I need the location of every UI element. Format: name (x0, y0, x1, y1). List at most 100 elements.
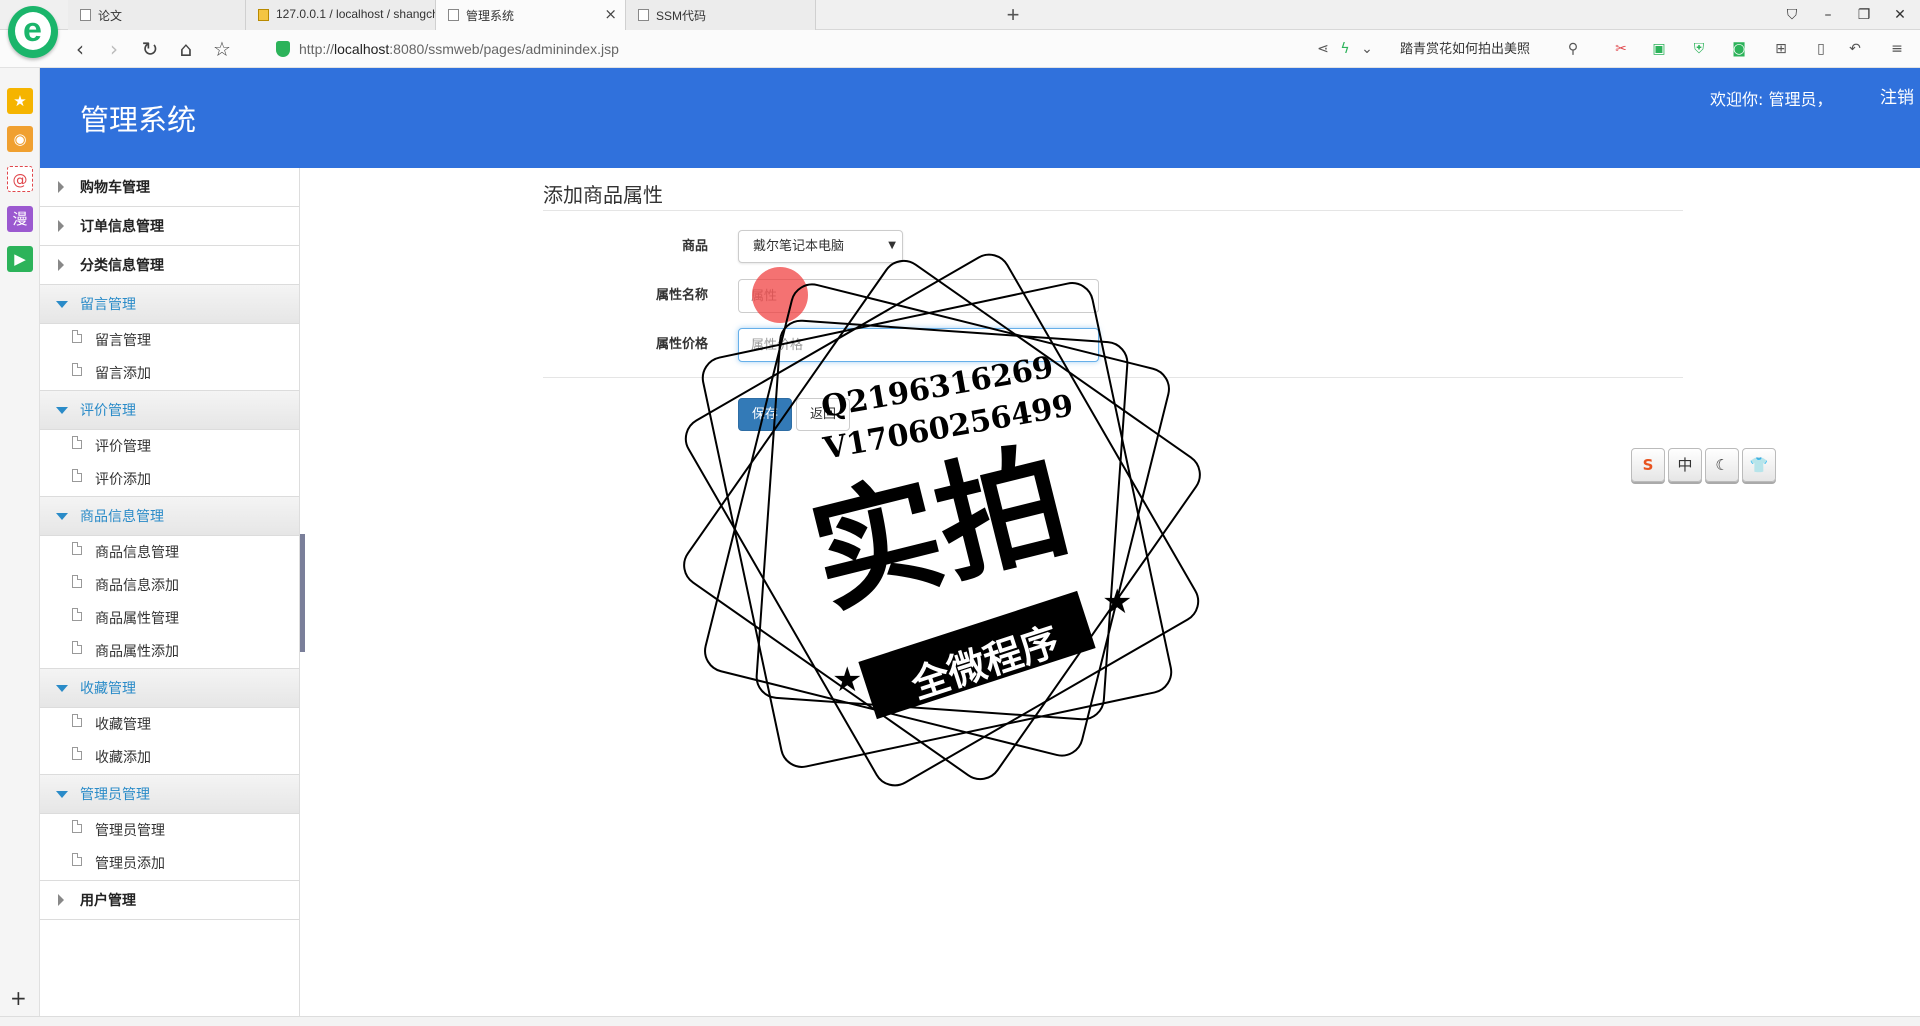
tab-label: 127.0.0.1 / localhost / shangch (276, 7, 436, 21)
minimize-button[interactable]: – (1816, 4, 1840, 26)
undo-icon[interactable]: ↶ (1846, 40, 1864, 58)
sidebar-item-product-add[interactable]: 商品信息添加 (40, 569, 299, 602)
sidebar-item-label: 留言管理 (95, 333, 151, 349)
shirt-icon[interactable]: 👕 (1742, 448, 1776, 482)
sidebar-group-users[interactable]: 用户管理 (40, 881, 299, 920)
sidebar-group-messages[interactable]: 留言管理 (40, 285, 299, 324)
caret-right-icon (58, 259, 64, 271)
add-icon[interactable]: + (10, 988, 27, 1008)
sidebar-group-products[interactable]: 商品信息管理 (40, 497, 299, 536)
favorites-star-icon[interactable]: ★ (7, 88, 33, 114)
caret-down-icon (56, 301, 68, 308)
sidebar-group-categories[interactable]: 分类信息管理 (40, 246, 299, 285)
sidebar-item-product-manage[interactable]: 商品信息管理 (40, 536, 299, 569)
caret-right-icon (58, 181, 64, 193)
video-icon[interactable]: ▶ (7, 246, 33, 272)
menu-icon[interactable]: ≡ (1888, 40, 1906, 58)
url-host: localhost (334, 41, 390, 57)
sidebar-group-label: 评价管理 (80, 403, 136, 419)
tab-label: 论文 (98, 9, 123, 23)
tab-phpmyadmin[interactable]: 127.0.0.1 / localhost / shangch (246, 0, 436, 30)
sidebar-item-message-manage[interactable]: 留言管理 (40, 324, 299, 357)
address-bar[interactable]: http://localhost:8080/ssmweb/pages/admin… (299, 41, 619, 57)
translate-icon[interactable]: ▣ (1650, 40, 1668, 58)
restore-button[interactable]: ❐ (1852, 4, 1876, 26)
sidebar-item-review-manage[interactable]: 评价管理 (40, 430, 299, 463)
shirt-skin-icon[interactable]: ⛉ (1780, 4, 1804, 26)
app-header: 管理系统 欢迎你: 管理员， 注销 (40, 68, 1920, 168)
sidebar-group-orders[interactable]: 订单信息管理 (40, 207, 299, 246)
sidebar-item-attr-manage[interactable]: 商品属性管理 (40, 602, 299, 635)
email-icon[interactable]: @ (7, 166, 33, 192)
weibo-icon[interactable]: ◉ (7, 126, 33, 152)
star-icon[interactable]: ☆ (210, 37, 234, 61)
sidebar-item-admin-manage[interactable]: 管理员管理 (40, 814, 299, 847)
search-icon[interactable]: ⚲ (1564, 40, 1582, 58)
browser-logo-inner: e (15, 12, 51, 50)
reader-icon[interactable]: ▯ (1812, 40, 1830, 58)
tab-admin-system[interactable]: 管理系统 × (436, 0, 626, 31)
tab-label: 管理系统 (466, 9, 515, 23)
shield-icon[interactable]: ⛨ (1690, 40, 1708, 58)
caret-down-icon (56, 685, 68, 692)
sidebar-sub-list: 商品信息管理 商品信息添加 商品属性管理 商品属性添加 (40, 536, 299, 669)
caret-down-icon (56, 513, 68, 520)
ime-chinese-mode-button[interactable]: 中 (1668, 448, 1702, 482)
moon-icon[interactable]: ☾ (1705, 448, 1739, 482)
lightning-icon[interactable]: ϟ (1336, 40, 1354, 58)
phpmyadmin-icon (258, 9, 269, 21)
sidebar-item-label: 商品属性添加 (95, 644, 179, 660)
search-input[interactable]: 踏青赏花如何拍出美照 (1400, 41, 1530, 57)
sidebar-item-message-add[interactable]: 留言添加 (40, 357, 299, 390)
chevron-down-icon[interactable]: ⌄ (1358, 40, 1376, 58)
forward-icon[interactable]: › (102, 37, 126, 61)
apps-icon[interactable]: ⊞ (1772, 40, 1790, 58)
sidebar-group-label: 分类信息管理 (80, 258, 164, 274)
back-button[interactable]: 返回 (796, 398, 850, 431)
sidebar-item-label: 留言添加 (95, 366, 151, 382)
main-content: 添加商品属性 商品 戴尔笔记本电脑 ▼ 属性名称 属性价格 保存 返回 S 中 … (305, 168, 1920, 1016)
sidebar-group-label: 用户管理 (80, 893, 136, 909)
url-path: :8080/ssmweb/pages/adminindex.jsp (389, 41, 619, 57)
welcome-text: 欢迎你: 管理员， (1710, 90, 1833, 109)
dropdown-arrow-icon: ▼ (888, 240, 896, 251)
tab-ssm-code[interactable]: SSM代码 (626, 0, 816, 30)
product-select[interactable]: 戴尔笔记本电脑 ▼ (738, 230, 903, 263)
tab-paper[interactable]: 论文 (68, 0, 246, 30)
save-button[interactable]: 保存 (738, 398, 792, 431)
close-window-button[interactable]: ✕ (1888, 4, 1912, 26)
home-icon[interactable]: ⌂ (174, 37, 198, 61)
page-icon (80, 9, 91, 21)
divider (543, 210, 1683, 211)
browser-logo[interactable]: e (8, 6, 58, 58)
sidebar-item-favorite-add[interactable]: 收藏添加 (40, 741, 299, 774)
sidebar-item-label: 商品信息管理 (95, 545, 179, 561)
sidebar-group-cart[interactable]: 购物车管理 (40, 168, 299, 207)
file-icon (72, 469, 82, 482)
attr-price-label: 属性价格 (655, 337, 708, 352)
scissors-icon[interactable]: ✂ (1612, 40, 1630, 58)
ime-toolbar: S 中 ☾ 👕 (1631, 448, 1779, 484)
sidebar-group-favorites[interactable]: 收藏管理 (40, 669, 299, 708)
sidebar-group-reviews[interactable]: 评价管理 (40, 391, 299, 430)
logout-link[interactable]: 注销 (1880, 88, 1914, 108)
url-scheme: http:// (299, 41, 335, 57)
attr-price-input[interactable] (738, 328, 1099, 362)
comic-icon[interactable]: 漫 (7, 206, 33, 232)
gamepad-icon[interactable]: ◙ (1730, 40, 1748, 58)
sidebar-item-review-add[interactable]: 评价添加 (40, 463, 299, 496)
sidebar-item-favorite-manage[interactable]: 收藏管理 (40, 708, 299, 741)
tab-label: SSM代码 (656, 9, 707, 23)
new-tab-button[interactable]: + (1000, 2, 1026, 28)
sidebar-group-label: 商品信息管理 (80, 509, 164, 525)
close-icon[interactable]: × (604, 5, 617, 23)
sogou-ime-icon[interactable]: S (1631, 448, 1665, 482)
sidebar-group-label: 管理员管理 (80, 787, 150, 803)
sidebar-item-attr-add[interactable]: 商品属性添加 (40, 635, 299, 668)
refresh-icon[interactable]: ↻ (138, 37, 162, 61)
sidebar-group-admins[interactable]: 管理员管理 (40, 775, 299, 814)
share-icon[interactable]: ⋖ (1314, 40, 1332, 58)
sidebar-item-admin-add[interactable]: 管理员添加 (40, 847, 299, 880)
back-icon[interactable]: ‹ (68, 37, 92, 61)
file-icon (72, 330, 82, 343)
